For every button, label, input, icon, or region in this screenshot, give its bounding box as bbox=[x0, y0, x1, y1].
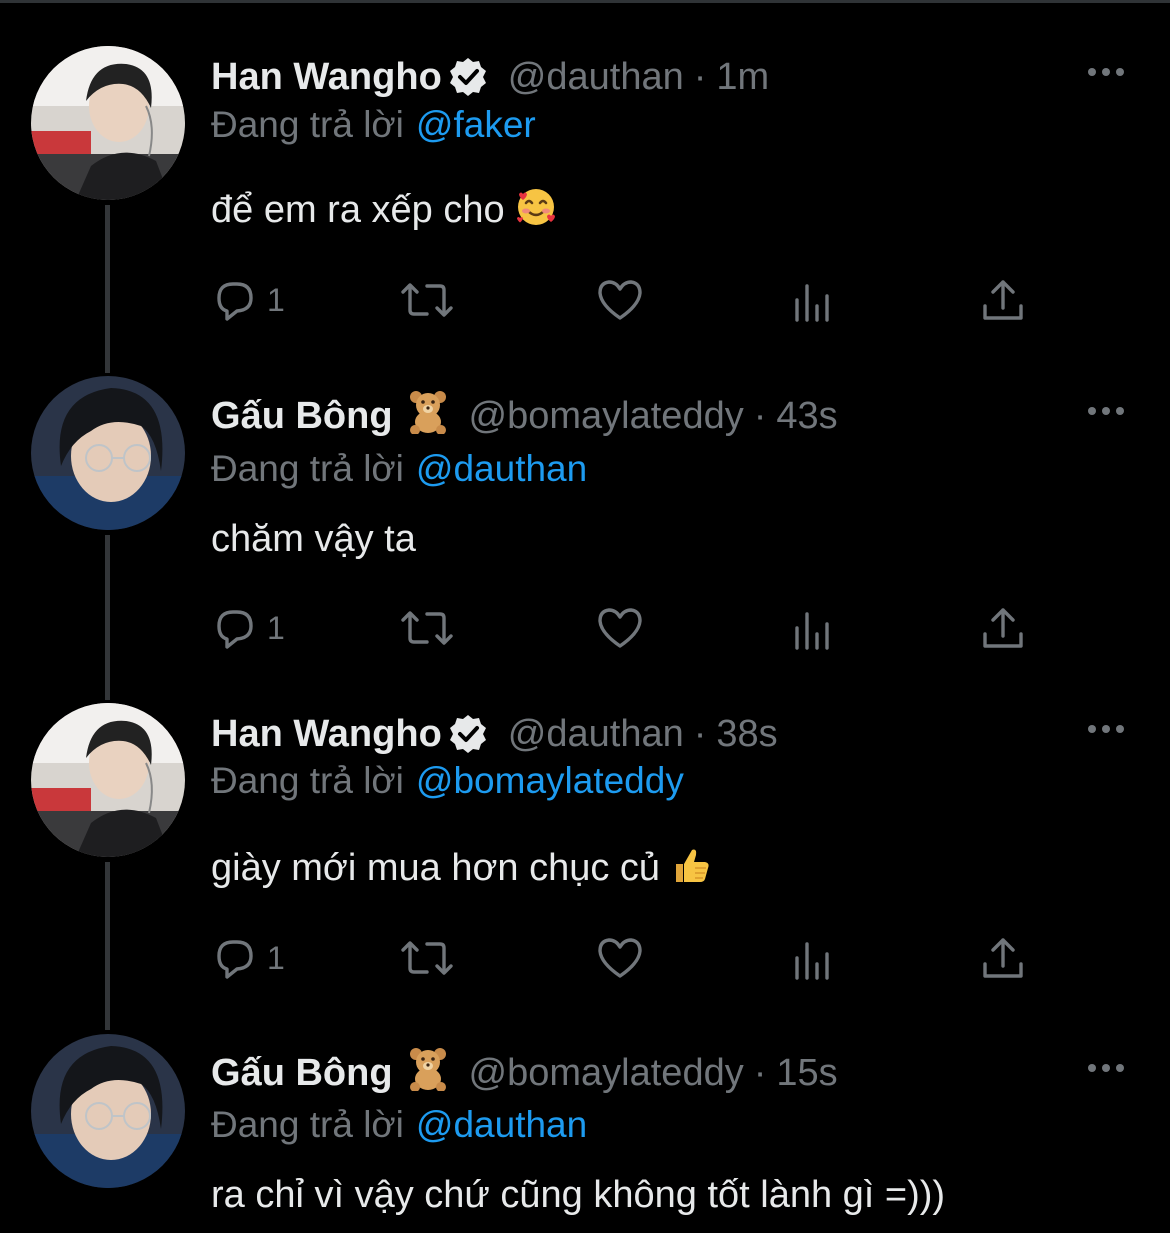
views-icon bbox=[795, 612, 829, 650]
display-name[interactable]: Han Wangho bbox=[211, 56, 442, 99]
replying-to: Đang trả lời @dauthan bbox=[211, 1104, 587, 1146]
tweet-text-content: giày mới mua hơn chục củ bbox=[211, 847, 661, 890]
tweet-text-content: chăm vậy ta bbox=[211, 518, 416, 560]
views-icon bbox=[795, 284, 829, 322]
more-icon[interactable] bbox=[1086, 1058, 1126, 1078]
display-name[interactable]: Gấu Bông bbox=[211, 395, 393, 438]
avatar[interactable] bbox=[31, 376, 185, 530]
share-icon bbox=[983, 938, 1023, 978]
top-divider bbox=[0, 0, 1170, 3]
retweet-icon bbox=[401, 283, 453, 317]
separator-dot: · bbox=[753, 1051, 767, 1094]
smiling-face-with-hearts-icon bbox=[515, 186, 557, 238]
replying-to: Đang trả lời @dauthan bbox=[211, 448, 587, 490]
retweet-button[interactable] bbox=[397, 933, 457, 983]
verified-badge-icon bbox=[446, 712, 490, 756]
avatar[interactable] bbox=[31, 703, 185, 857]
verified-badge-icon bbox=[446, 55, 490, 99]
like-button[interactable] bbox=[595, 933, 645, 983]
display-name[interactable]: Gấu Bông bbox=[211, 1052, 393, 1095]
tweet-header: Gấu Bông @bomaylateddy · 15s bbox=[211, 1048, 838, 1098]
mention-link[interactable]: @dauthan bbox=[416, 1104, 587, 1145]
avatar[interactable] bbox=[31, 1034, 185, 1188]
reply-count: 1 bbox=[267, 609, 285, 646]
thread-line bbox=[105, 862, 110, 1030]
mention-link[interactable]: @dauthan bbox=[416, 448, 587, 489]
separator-dot: · bbox=[693, 55, 707, 98]
like-button[interactable] bbox=[595, 603, 645, 653]
replying-to: Đang trả lời @faker bbox=[211, 104, 536, 146]
username-handle[interactable]: @bomaylateddy bbox=[469, 1052, 744, 1095]
tweet-text-content: để em ra xếp cho bbox=[211, 189, 505, 232]
share-icon bbox=[983, 280, 1023, 320]
like-icon bbox=[598, 938, 642, 978]
tweet-actions: 1 bbox=[211, 933, 1051, 983]
teddy-bear-icon bbox=[405, 1045, 451, 1101]
replying-label: Đang trả lời bbox=[211, 1104, 404, 1145]
reply-icon bbox=[217, 610, 253, 649]
tweet-header: Gấu Bông @bomaylateddy · 43s bbox=[211, 391, 838, 441]
timestamp[interactable]: 43s bbox=[776, 395, 837, 438]
tweet-header: Han Wangho @dauthan · 38s bbox=[211, 709, 778, 759]
share-button[interactable] bbox=[979, 603, 1027, 653]
replying-to: Đang trả lời @bomaylateddy bbox=[211, 760, 684, 802]
reply-button[interactable]: 1 bbox=[211, 275, 285, 325]
like-button[interactable] bbox=[595, 275, 645, 325]
username-handle[interactable]: @dauthan bbox=[508, 56, 684, 99]
reply-count: 1 bbox=[267, 281, 285, 318]
thumbs-up-icon bbox=[670, 844, 712, 896]
retweet-button[interactable] bbox=[397, 603, 457, 653]
reply-icon bbox=[217, 940, 253, 979]
reply-button[interactable]: 1 bbox=[211, 603, 285, 653]
share-button[interactable] bbox=[979, 275, 1027, 325]
separator-dot: · bbox=[753, 394, 767, 437]
share-icon bbox=[983, 608, 1023, 648]
views-button[interactable] bbox=[789, 275, 837, 325]
tweet-actions: 1 bbox=[211, 603, 1051, 653]
username-handle[interactable]: @bomaylateddy bbox=[469, 395, 744, 438]
replying-label: Đang trả lời bbox=[211, 760, 404, 801]
more-icon[interactable] bbox=[1086, 719, 1126, 739]
timestamp[interactable]: 1m bbox=[716, 56, 769, 99]
more-icon[interactable] bbox=[1086, 62, 1126, 82]
retweet-icon bbox=[401, 941, 453, 975]
thread-line bbox=[105, 205, 110, 373]
more-icon[interactable] bbox=[1086, 401, 1126, 421]
retweet-button[interactable] bbox=[397, 275, 457, 325]
thread-line bbox=[105, 535, 110, 700]
avatar[interactable] bbox=[31, 46, 185, 200]
views-button[interactable] bbox=[789, 933, 837, 983]
tweet-text: để em ra xếp cho bbox=[211, 186, 557, 238]
tweet-text: giày mới mua hơn chục củ bbox=[211, 844, 712, 896]
replying-label: Đang trả lời bbox=[211, 104, 404, 145]
username-handle[interactable]: @dauthan bbox=[508, 713, 684, 756]
teddy-bear-icon bbox=[405, 388, 451, 444]
tweet-text: ra chỉ vì vậy chứ cũng không tốt lành gì… bbox=[211, 1174, 945, 1217]
tweet-text-content: ra chỉ vì vậy chứ cũng không tốt lành gì… bbox=[211, 1174, 946, 1216]
tweet-header: Han Wangho @dauthan · 1m bbox=[211, 52, 769, 102]
timestamp[interactable]: 38s bbox=[716, 713, 777, 756]
share-button[interactable] bbox=[979, 933, 1027, 983]
replying-label: Đang trả lời bbox=[211, 448, 404, 489]
tweet-text: chăm vậy ta bbox=[211, 518, 416, 561]
mention-link[interactable]: @bomaylateddy bbox=[416, 760, 684, 801]
mention-link[interactable]: @faker bbox=[416, 104, 536, 145]
tweet-actions: 1 bbox=[211, 275, 1051, 325]
reply-button[interactable]: 1 bbox=[211, 933, 285, 983]
display-name[interactable]: Han Wangho bbox=[211, 713, 442, 756]
like-icon bbox=[598, 280, 642, 320]
reply-icon bbox=[217, 282, 253, 321]
views-icon bbox=[795, 942, 829, 980]
retweet-icon bbox=[401, 611, 453, 645]
timestamp[interactable]: 15s bbox=[776, 1052, 837, 1095]
separator-dot: · bbox=[693, 712, 707, 755]
views-button[interactable] bbox=[789, 603, 837, 653]
like-icon bbox=[598, 608, 642, 648]
reply-count: 1 bbox=[267, 939, 285, 976]
